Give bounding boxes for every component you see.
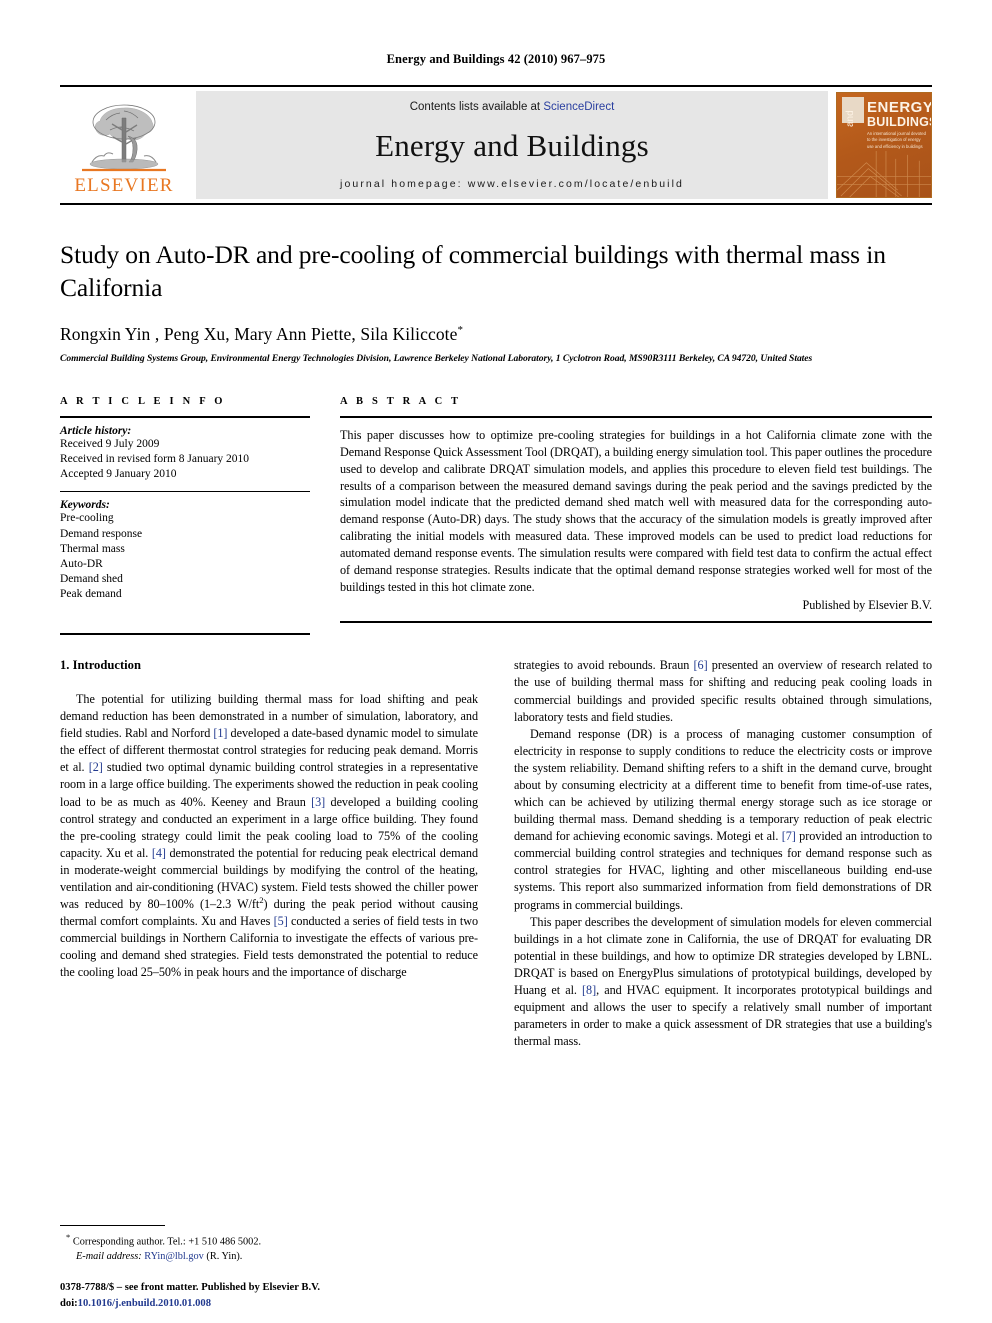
copyright-block: 0378-7788/$ – see front matter. Publishe… <box>60 1280 480 1311</box>
issn-line: 0378-7788/$ – see front matter. Publishe… <box>60 1282 321 1294</box>
body-right-column: strategies to avoid rebounds. Braun [6] … <box>514 657 932 1050</box>
sciencedirect-link[interactable]: ScienceDirect <box>543 101 614 113</box>
history-item: Received in revised form 8 January 2010 <box>60 453 250 466</box>
keyword-item: Peak demand <box>60 588 122 601</box>
contents-prefix: Contents lists available at <box>409 101 544 113</box>
contents-available-line: Contents lists available at ScienceDirec… <box>410 101 615 113</box>
text-run: Corresponding author. Tel.: +1 510 486 5… <box>72 1236 262 1248</box>
citation-link[interactable]: [7] <box>782 829 796 843</box>
article-info-heading: A R T I C L E I N F O <box>60 395 226 407</box>
paragraph: The potential for utilizing building the… <box>60 691 478 981</box>
cover-title-line1: ENERGY <box>867 99 932 116</box>
footnote-block: * Corresponding author. Tel.: +1 510 486… <box>60 1225 478 1265</box>
text-run: strategies to avoid rebounds. Braun <box>514 658 694 673</box>
paragraph: This paper describes the development of … <box>514 914 932 1051</box>
body-left-column: 1. Introduction The potential for utiliz… <box>60 657 478 1050</box>
text-run: Demand response (DR) is a process of man… <box>514 726 932 844</box>
paragraph: Demand response (DR) is a process of man… <box>514 726 932 914</box>
elsevier-wordmark: ELSEVIER <box>74 175 174 196</box>
history-item: Accepted 9 January 2010 <box>60 468 177 481</box>
keywords-label: Keywords: <box>60 499 110 512</box>
journal-title: Energy and Buildings <box>375 128 649 163</box>
author-affiliation: Commercial Building Systems Group, Envir… <box>60 353 813 365</box>
section-heading-introduction: 1. Introduction <box>60 658 141 673</box>
citation-link[interactable]: [2] <box>89 760 103 774</box>
citation-link[interactable]: [3] <box>311 795 325 809</box>
masthead-center: Contents lists available at ScienceDirec… <box>196 91 828 199</box>
citation-link[interactable]: [4] <box>152 846 166 860</box>
divider <box>340 620 932 623</box>
journal-cover-thumbnail[interactable]: ENERGY BUILDINGS and An international jo… <box>836 92 932 198</box>
published-by: Published by Elsevier B.V. <box>802 597 933 612</box>
keyword-item: Demand response <box>60 527 143 540</box>
citation-link[interactable]: [1] <box>213 726 227 740</box>
citation-link[interactable]: [8] <box>582 983 596 997</box>
author-list: Rongxin Yin , Peng Xu, Mary Ann Piette, … <box>60 324 932 345</box>
abstract-column: A B S T R A C T This paper discusses how… <box>340 396 932 636</box>
abstract-paragraph: This paper discusses how to optimize pre… <box>340 427 932 594</box>
keywords-group: Keywords: Pre-cooling Demand response Th… <box>60 492 310 611</box>
doi-line: doi:10.1016/j.enbuild.2010.01.008 <box>60 1296 480 1311</box>
elsevier-tree-icon <box>82 104 166 172</box>
corresponding-author-marker: * <box>457 324 464 337</box>
info-abstract-region: A R T I C L E I N F O Article history: R… <box>60 396 932 636</box>
email-note: E-mail address: RYin@lbl.gov (R. Yin). <box>60 1250 478 1265</box>
keyword-item: Auto-DR <box>60 557 103 570</box>
cover-artwork-icon <box>837 151 931 197</box>
keyword-item: Demand shed <box>60 573 123 586</box>
email-label: E-mail address: <box>76 1251 142 1263</box>
author-names: Rongxin Yin , Peng Xu, Mary Ann Piette, … <box>60 324 458 345</box>
history-item: Received 9 July 2009 <box>60 437 160 450</box>
abstract-text: This paper discusses how to optimize pre… <box>340 418 932 621</box>
footnote-divider <box>60 1225 165 1227</box>
running-head: Energy and Buildings 42 (2010) 967–975 <box>386 52 606 66</box>
body-two-column: 1. Introduction The potential for utiliz… <box>60 657 932 1050</box>
title-block: Study on Auto-DR and pre-cooling of comm… <box>60 239 932 366</box>
abstract-heading: A B S T R A C T <box>340 395 462 407</box>
doi-link[interactable]: 10.1016/j.enbuild.2010.01.008 <box>78 1298 211 1309</box>
keyword-item: Pre-cooling <box>60 512 114 525</box>
journal-masthead: ELSEVIER Contents lists available at Sci… <box>60 85 932 205</box>
email-link[interactable]: RYin@lbl.gov <box>144 1251 204 1262</box>
page-title: Study on Auto-DR and pre-cooling of comm… <box>60 240 886 302</box>
citation-link[interactable]: [5] <box>274 914 288 928</box>
paper-page: Energy and Buildings 42 (2010) 967–975 E… <box>0 0 992 1323</box>
divider <box>60 633 310 636</box>
footnote-marker: * <box>66 1232 71 1243</box>
corresponding-author-note: * Corresponding author. Tel.: +1 510 486… <box>60 1231 478 1250</box>
cover-title-line2: BUILDINGS <box>867 115 932 129</box>
paragraph: strategies to avoid rebounds. Braun [6] … <box>514 657 932 725</box>
article-history-group: Article history: Received 9 July 2009 Re… <box>60 418 310 492</box>
journal-homepage[interactable]: journal homepage: www.elsevier.com/locat… <box>340 178 684 190</box>
keyword-item: Thermal mass <box>60 542 125 555</box>
citation-link[interactable]: [6] <box>694 658 708 672</box>
article-history-label: Article history: <box>60 424 132 437</box>
cover-and-text: and <box>845 110 856 127</box>
cover-subtitle: An international journal devoted to the … <box>867 131 926 149</box>
elsevier-logo: ELSEVIER <box>60 87 188 203</box>
text-run: (R. Yin). <box>203 1251 243 1263</box>
article-info-column: A R T I C L E I N F O Article history: R… <box>60 396 310 636</box>
doi-label: doi: <box>60 1297 78 1309</box>
